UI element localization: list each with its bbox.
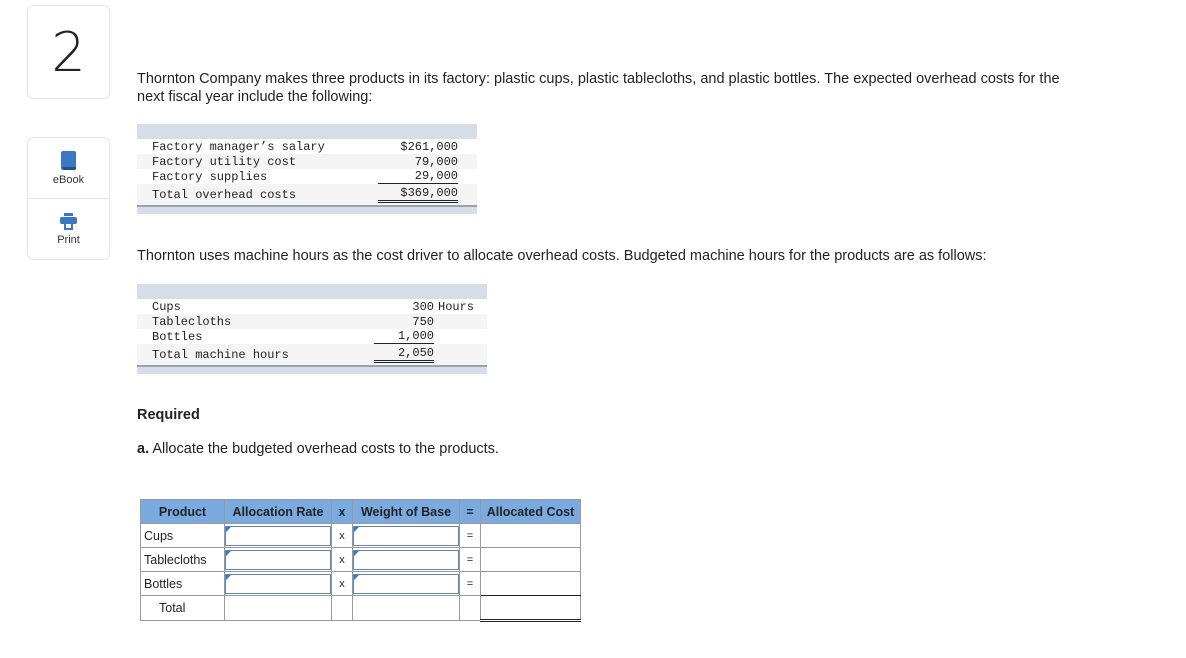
- table-row: Cups x =: [140, 523, 581, 548]
- row-value: 79,000: [414, 154, 458, 169]
- table-row: Cups 300 Hours: [137, 299, 487, 314]
- tablecloths-allocated-cost: [480, 547, 581, 572]
- header-allocated-cost: Allocated Cost: [480, 499, 581, 524]
- row-value: 1,000: [374, 329, 434, 344]
- table-row: Tablecloths 750: [137, 314, 487, 329]
- table-row: Factory manager’s salary $261,000: [137, 139, 477, 154]
- row-value: 750: [412, 314, 434, 329]
- times-symbol: x: [331, 547, 353, 572]
- machine-hours-table: Cups 300 Hours Tablecloths 750 Bottles 1…: [137, 284, 487, 374]
- row-label: Cups: [152, 299, 181, 314]
- total-allocated-cost: [480, 595, 581, 622]
- times-symbol: x: [331, 523, 353, 548]
- row-label: Factory utility cost: [152, 154, 297, 169]
- intro-paragraph: Thornton Company makes three products in…: [137, 71, 1060, 105]
- row-label: Tablecloths: [152, 314, 232, 329]
- total-value: $369,000: [378, 186, 458, 203]
- header-allocation-rate: Allocation Rate: [224, 499, 332, 524]
- table-row: Bottles x =: [140, 571, 581, 596]
- header-row: Product Allocation Rate x Weight of Base…: [140, 499, 581, 524]
- total-row: Total overhead costs $369,000: [137, 184, 477, 205]
- tablecloths-allocation-rate-input[interactable]: [226, 550, 334, 571]
- printer-icon: [60, 212, 77, 230]
- bottles-allocation-rate-input[interactable]: [226, 574, 334, 595]
- table-row: Factory utility cost 79,000: [137, 154, 477, 169]
- total-row: Total: [140, 595, 581, 622]
- bottles-weight-input[interactable]: [354, 574, 462, 595]
- header-product: Product: [140, 499, 225, 524]
- question-number: 2: [27, 5, 110, 99]
- table-row: Factory supplies 29,000: [137, 169, 477, 184]
- print-label: Print: [57, 233, 80, 246]
- equals-symbol: =: [459, 571, 481, 596]
- row-value: 29,000: [378, 169, 458, 184]
- total-label: Total: [140, 595, 225, 621]
- ebook-label: eBook: [52, 173, 85, 186]
- product-label: Bottles: [140, 571, 225, 596]
- row-label: Factory supplies: [152, 169, 268, 184]
- part-label: a.: [137, 441, 150, 457]
- product-label: Tablecloths: [140, 547, 225, 572]
- unit-label: Hours: [438, 299, 475, 314]
- total-label: Total machine hours: [152, 347, 289, 362]
- total-value: 2,050: [374, 346, 434, 363]
- print-button[interactable]: Print: [28, 198, 109, 259]
- equals-symbol: =: [459, 547, 481, 572]
- product-label: Cups: [140, 523, 225, 548]
- overhead-costs-table: Factory manager’s salary $261,000 Factor…: [137, 124, 477, 214]
- tablecloths-weight-input[interactable]: [354, 550, 462, 571]
- table-row: Bottles 1,000: [137, 329, 487, 344]
- equals-symbol: =: [459, 523, 481, 548]
- cups-allocation-rate-input[interactable]: [226, 526, 334, 547]
- required-heading: Required: [137, 407, 200, 423]
- row-label: Factory manager’s salary: [152, 139, 325, 154]
- part-text: Allocate the budgeted overhead costs to …: [149, 441, 499, 457]
- book-icon: [61, 150, 76, 170]
- part-a-instruction: a. Allocate the budgeted overhead costs …: [137, 440, 499, 458]
- header-equals: =: [459, 499, 481, 524]
- cups-weight-input[interactable]: [354, 526, 462, 547]
- driver-paragraph: Thornton uses machine hours as the cost …: [137, 248, 987, 264]
- header-weight-of-base: Weight of Base: [352, 499, 460, 524]
- total-row: Total machine hours 2,050: [137, 344, 487, 365]
- allocation-table: Product Allocation Rate x Weight of Base…: [140, 499, 581, 622]
- row-value: $261,000: [400, 139, 458, 154]
- times-symbol: x: [331, 571, 353, 596]
- tools-panel: eBook Print: [27, 137, 110, 260]
- cups-allocated-cost: [480, 523, 581, 548]
- ebook-button[interactable]: eBook: [28, 138, 109, 198]
- row-label: Bottles: [152, 329, 203, 344]
- total-label: Total overhead costs: [152, 187, 297, 202]
- row-value: 300: [412, 299, 434, 314]
- table-row: Tablecloths x =: [140, 547, 581, 572]
- bottles-allocated-cost: [480, 571, 581, 596]
- header-times: x: [331, 499, 353, 524]
